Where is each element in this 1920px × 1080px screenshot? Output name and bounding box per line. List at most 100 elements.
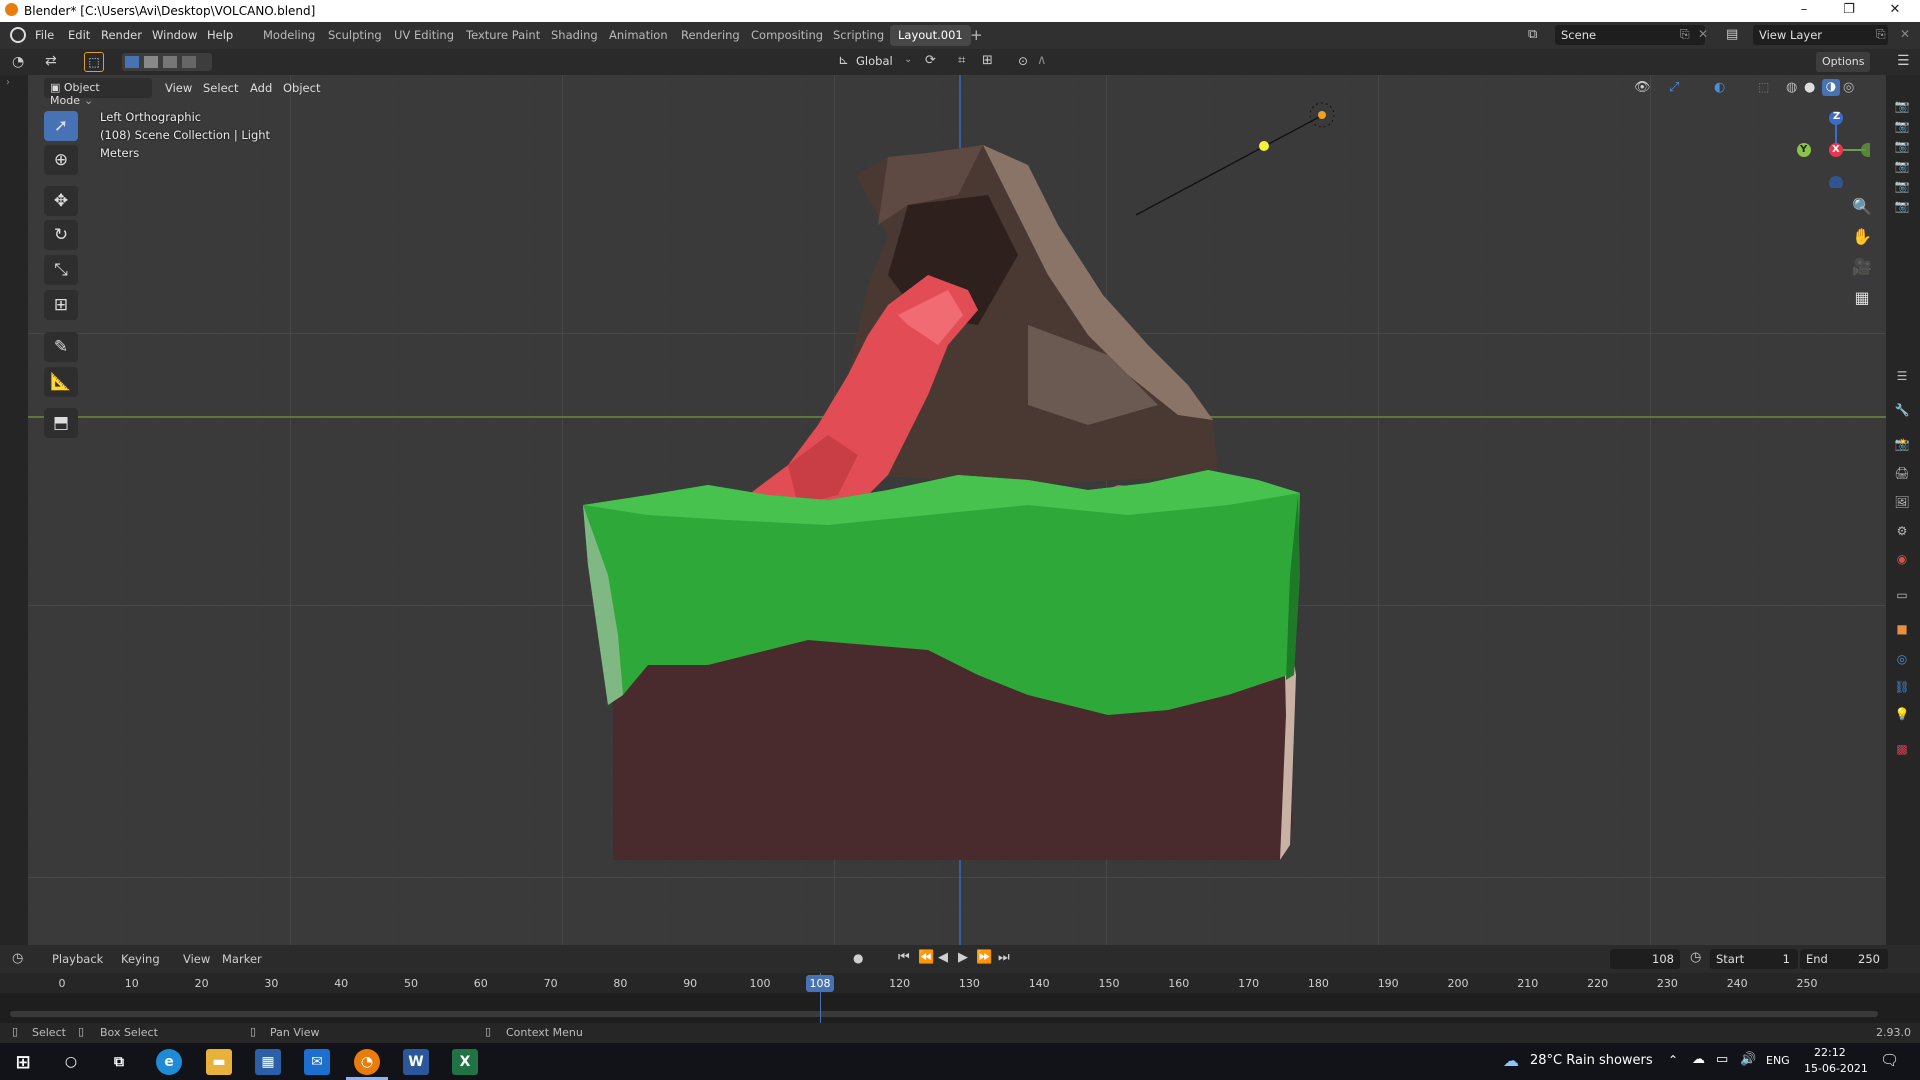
pan-button[interactable]: ✋: [1848, 222, 1876, 250]
view-layer-icon[interactable]: ▤: [1726, 27, 1738, 42]
pivot-point-icon[interactable]: ⟳: [925, 53, 936, 68]
delete-view-layer-icon[interactable]: ✕: [1900, 27, 1910, 41]
move-tool[interactable]: ✥: [44, 186, 78, 216]
camera-visibility-icon[interactable]: 📷: [1893, 157, 1911, 175]
clock-date[interactable]: 15-06-2021: [1804, 1062, 1868, 1075]
word-icon[interactable]: W: [403, 1049, 429, 1075]
scale-tool[interactable]: ⤡: [44, 255, 78, 285]
language-indicator[interactable]: ENG: [1766, 1054, 1790, 1067]
object-properties-icon[interactable]: ■: [1893, 620, 1911, 638]
view-layer-field[interactable]: View Layer: [1753, 25, 1888, 45]
tab-uv-editing[interactable]: UV Editing: [386, 25, 462, 46]
options-button[interactable]: Options: [1816, 52, 1871, 72]
measure-tool[interactable]: 📐: [44, 367, 78, 397]
snap-target-icon[interactable]: ⊞: [982, 53, 993, 68]
viewport-menu-select[interactable]: Select: [203, 81, 238, 95]
jump-keyframe-back-icon[interactable]: ⏪: [918, 950, 934, 965]
render-properties-icon[interactable]: 📸: [1893, 435, 1911, 453]
collapse-left-icon[interactable]: ›: [6, 77, 10, 88]
camera-visibility-icon[interactable]: 📷: [1893, 137, 1911, 155]
transform-tool[interactable]: ⊞: [44, 290, 78, 320]
blender-menu-icon[interactable]: [10, 27, 26, 43]
physics-properties-icon[interactable]: ◎: [1893, 650, 1911, 668]
start-frame-field[interactable]: Start 1: [1710, 949, 1798, 969]
overlay-toggle-icon[interactable]: ◐: [1714, 80, 1725, 95]
texture-properties-icon[interactable]: ▩: [1893, 740, 1911, 758]
menu-window[interactable]: Window: [152, 28, 197, 42]
jump-keyframe-forward-icon[interactable]: ⏩: [976, 950, 992, 965]
edge-icon[interactable]: e: [156, 1049, 182, 1075]
cursor-tool[interactable]: ⊕: [44, 145, 78, 175]
notifications-icon[interactable]: 🗨: [1880, 1051, 1899, 1069]
search-icon[interactable]: ○: [58, 1049, 84, 1075]
transform-orientation-icon[interactable]: ⊾: [838, 53, 849, 68]
play-reverse-icon[interactable]: ◀: [938, 950, 948, 965]
weather-icon[interactable]: ☁: [1503, 1051, 1519, 1070]
proportional-editing-icon[interactable]: ⊙: [1018, 54, 1028, 68]
blender-icon[interactable]: ◔: [354, 1049, 380, 1075]
rendered-shading-icon[interactable]: ◎: [1843, 80, 1854, 95]
set-selection-icon[interactable]: [125, 56, 139, 68]
falloff-icon[interactable]: ∧: [1037, 53, 1047, 68]
select-box-tool-icon[interactable]: ⬚: [84, 52, 104, 72]
excel-icon[interactable]: X: [452, 1049, 478, 1075]
mode-dropdown[interactable]: ▣ Object Mode ⌄: [44, 78, 152, 107]
timeline-scrollbar[interactable]: [10, 1011, 1878, 1017]
subtract-selection-icon[interactable]: [163, 56, 177, 68]
zoom-button[interactable]: 🔍: [1848, 192, 1876, 220]
camera-view-button[interactable]: 🎥: [1848, 252, 1876, 280]
visibility-icon[interactable]: 👁: [1634, 80, 1651, 95]
solid-shading-icon[interactable]: ●: [1804, 80, 1815, 95]
wireframe-shading-icon[interactable]: ◍: [1786, 80, 1797, 95]
invert-selection-icon[interactable]: [182, 56, 196, 68]
weather-text[interactable]: 28°C Rain showers: [1530, 1053, 1653, 1068]
tab-shading[interactable]: Shading: [543, 25, 606, 46]
xray-toggle-icon[interactable]: ⬚: [1758, 80, 1769, 94]
current-frame-field[interactable]: 108: [1610, 949, 1680, 969]
output-properties-icon[interactable]: 🖨: [1893, 464, 1911, 482]
jump-start-icon[interactable]: ⏮: [898, 950, 910, 965]
rotate-tool[interactable]: ↻: [44, 220, 78, 250]
menu-help[interactable]: Help: [207, 28, 233, 42]
editor-type-icon[interactable]: ◔: [12, 54, 24, 70]
outliner-toggle-icon[interactable]: ☰: [1897, 53, 1910, 69]
viewport-menu-view[interactable]: View: [165, 81, 192, 95]
new-view-layer-icon[interactable]: ⎘: [1876, 27, 1886, 42]
scene-properties-icon[interactable]: ⚙: [1893, 522, 1911, 540]
selection-mode-buttons[interactable]: [122, 53, 212, 71]
jump-end-icon[interactable]: ⏭: [998, 950, 1010, 965]
tab-sculpting[interactable]: Sculpting: [320, 25, 390, 46]
onedrive-icon[interactable]: ☁: [1692, 1052, 1705, 1067]
tab-modeling[interactable]: Modeling: [255, 25, 323, 46]
add-workspace-icon[interactable]: +: [970, 26, 983, 44]
view-layer-properties-icon[interactable]: 🖼: [1893, 493, 1911, 511]
perspective-toggle-button[interactable]: ▦: [1848, 283, 1876, 311]
annotate-tool[interactable]: ✎: [44, 332, 78, 362]
clock-time[interactable]: 22:12: [1814, 1046, 1846, 1059]
menu-edit[interactable]: Edit: [68, 28, 90, 42]
gizmo-toggle-icon[interactable]: ⤢: [1669, 80, 1679, 95]
camera-visibility-icon[interactable]: 📷: [1893, 117, 1911, 135]
add-cube-tool[interactable]: ⬒: [44, 408, 78, 438]
marker-menu[interactable]: Marker: [222, 952, 262, 966]
3d-viewport[interactable]: [28, 75, 1886, 945]
delete-scene-icon[interactable]: ✕: [1698, 27, 1708, 41]
clock-icon[interactable]: ◷: [12, 951, 23, 966]
tray-chevron-icon[interactable]: ⌃: [1668, 1053, 1678, 1067]
network-icon[interactable]: ▭: [1716, 1052, 1728, 1067]
properties-toggle-icon[interactable]: ☰: [1893, 367, 1911, 385]
transform-orientation-dropdown[interactable]: Global: [856, 54, 893, 68]
tab-compositing[interactable]: Compositing: [743, 25, 831, 46]
menu-file[interactable]: File: [35, 28, 54, 42]
preview-range-icon[interactable]: ◷: [1690, 950, 1701, 965]
mail-icon[interactable]: ✉: [304, 1049, 330, 1075]
volume-icon[interactable]: 🔊: [1740, 1052, 1756, 1067]
camera-visibility-icon[interactable]: 📷: [1893, 97, 1911, 115]
windows-start-icon[interactable]: ⊞: [10, 1049, 36, 1075]
chevron-down-icon[interactable]: ⌄: [904, 54, 912, 65]
play-icon[interactable]: ▶: [958, 950, 968, 965]
record-icon[interactable]: ●: [853, 951, 863, 965]
tab-texture-paint[interactable]: Texture Paint: [458, 25, 548, 46]
end-frame-field[interactable]: End 250: [1800, 949, 1888, 969]
tab-animation[interactable]: Animation: [601, 25, 676, 46]
